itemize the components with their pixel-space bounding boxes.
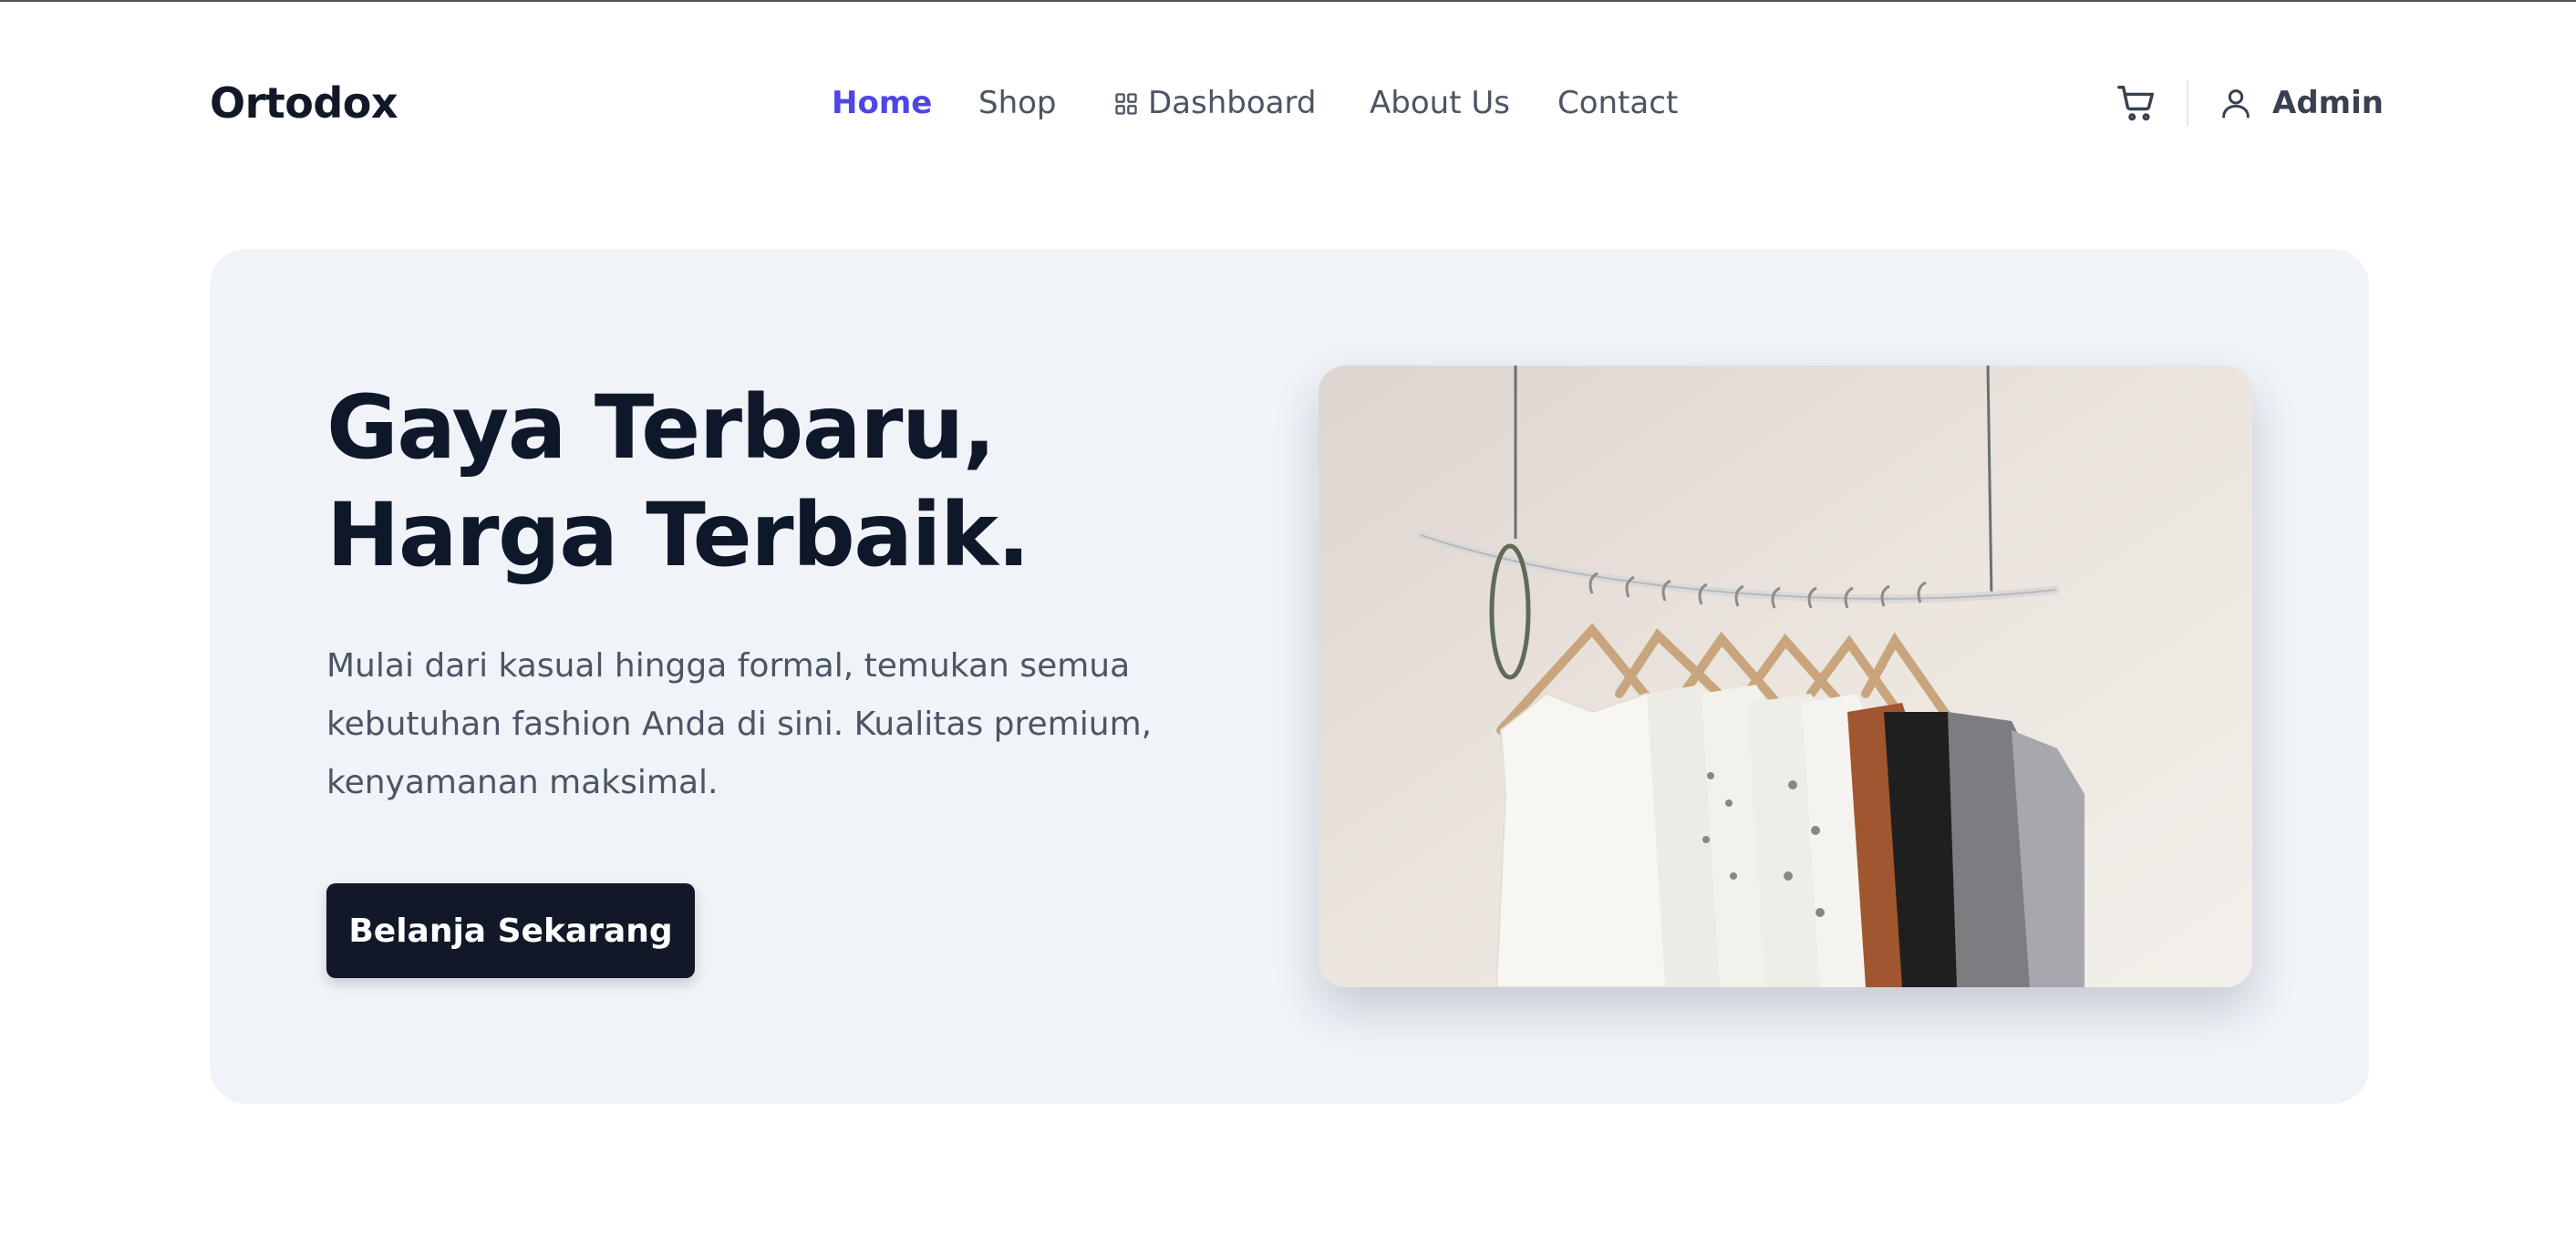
grid-icon bbox=[1115, 93, 1137, 115]
user-icon bbox=[2222, 89, 2250, 119]
navbar: Ortodox Home Shop Dashboard About Us Con… bbox=[0, 0, 2576, 206]
nav-about-link[interactable]: About Us bbox=[1370, 80, 1510, 126]
shop-now-button[interactable]: Belanja Sekarang bbox=[326, 883, 695, 978]
hero-banner: Gaya Terbaru, Harga Terbaik. Mulai dari … bbox=[210, 249, 2369, 1104]
nav-shop-link[interactable]: Shop bbox=[978, 80, 1057, 126]
hero-title: Gaya Terbaru, Harga Terbaik. bbox=[326, 376, 1030, 586]
user-name: Admin bbox=[2272, 85, 2384, 121]
clothing-rack-illustration bbox=[1319, 366, 2252, 987]
hero-description: Mulai dari kasual hingga formal, temukan… bbox=[326, 647, 1153, 801]
cart-button[interactable] bbox=[2114, 80, 2159, 126]
hero-image bbox=[1319, 366, 2252, 987]
nav-divider bbox=[2187, 80, 2188, 126]
nav-dashboard-label: Dashboard bbox=[1148, 85, 1317, 121]
nav-dashboard-link[interactable]: Dashboard bbox=[1113, 80, 1316, 126]
cart-icon bbox=[2117, 86, 2154, 121]
nav-contact-link[interactable]: Contact bbox=[1557, 80, 1678, 126]
nav-home-link[interactable]: Home bbox=[832, 80, 932, 126]
brand-logo[interactable]: Ortodox bbox=[210, 73, 398, 133]
user-menu[interactable]: Admin bbox=[2218, 80, 2384, 126]
